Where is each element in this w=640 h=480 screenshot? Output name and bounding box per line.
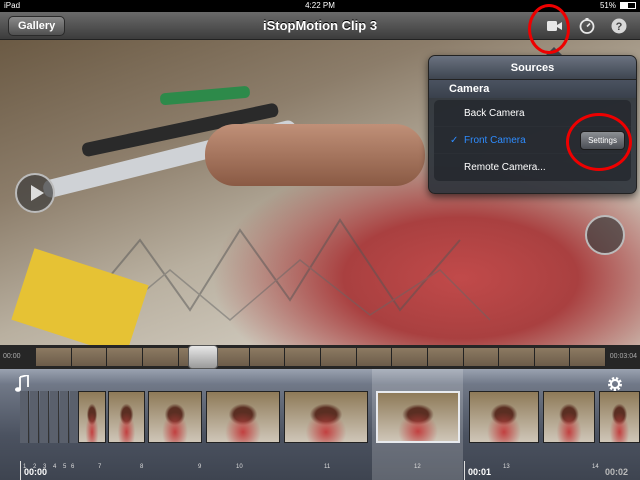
frame-strip: 1 2 3 4 5 6 7 8 9 10 11 12 13 14 [0,391,640,470]
scrubber-thumb [427,348,464,366]
frame-thumbnail[interactable] [20,391,29,443]
scrubber-strip[interactable] [36,348,606,366]
capture-button[interactable] [585,215,625,255]
help-icon[interactable]: ? [610,17,628,35]
time-tick [464,461,465,480]
remote-camera-option[interactable]: Remote Camera... [434,154,631,181]
frame-timeline: 1 2 3 4 5 6 7 8 9 10 11 12 13 14 00:00 0… [0,369,640,480]
play-icon [31,185,44,201]
scrubber-thumb [356,348,393,366]
popover-title: Sources [429,56,636,80]
frame-number: 11 [324,464,331,470]
frame-thumbnail[interactable] [543,391,595,443]
frame-number: 9 [198,464,202,470]
frame-thumbnail[interactable] [108,391,145,443]
front-camera-label: Front Camera [464,135,526,146]
play-button[interactable] [15,173,55,213]
scrubber-handle[interactable] [188,345,218,369]
timestamp-start: 00:00 [24,467,48,477]
frame-thumbnail[interactable] [284,391,368,443]
frame-scrubber[interactable]: 00:00 00:03:04 [0,345,640,369]
checkmark-icon: ✓ [450,135,459,146]
frame-number: 10 [236,464,243,470]
scrubber-thumb [570,348,606,366]
scrubber-thumb [392,348,428,366]
timestamp-mid: 00:01 [468,467,492,477]
frame-number: 14 [592,464,599,470]
clip-title: iStopMotion Clip 3 [262,18,378,33]
gallery-button[interactable]: Gallery [8,16,66,36]
frame-number: 7 [98,464,102,470]
frame-number: 6 [71,464,75,470]
back-camera-option[interactable]: Back Camera [434,100,631,127]
status-bar: iPad 4:22 PM 51% [0,0,640,12]
frame-number: 12 [414,464,421,470]
frame-thumbnail[interactable] [148,391,202,443]
camera-settings-button[interactable]: Settings [580,131,625,150]
clay-figure [205,124,425,186]
battery-percent: 51% [599,1,616,10]
camera-list: Back Camera ✓ Front Camera Settings Remo… [434,100,631,181]
frame-thumbnail[interactable] [40,391,49,443]
scrubber-thumb [214,348,250,366]
timer-icon[interactable] [578,17,596,35]
frame-thumbnail[interactable] [60,391,69,443]
front-camera-option[interactable]: ✓ Front Camera Settings [434,127,631,154]
status-time: 4:22 PM [305,1,335,10]
timestamp-end: 00:02 [605,467,629,477]
camera-section-header: Camera [429,80,636,98]
frame-thumbnail[interactable] [30,391,39,443]
svg-text:?: ? [616,21,623,33]
remote-camera-label: Remote Camera... [464,162,546,173]
scrubber-thumb [534,348,571,366]
video-camera-icon[interactable] [545,17,563,35]
frame-number: 8 [140,464,144,470]
back-camera-label: Back Camera [464,108,525,119]
frame-number: 13 [503,464,510,470]
time-tick [20,461,21,480]
scrubber-start-time: 00:00 [3,353,21,360]
sketch-drawing [89,218,491,321]
scrubber-end-time: 00:03:04 [609,353,637,360]
scrubber-thumb [36,348,72,366]
sources-popover: Sources Camera Back Camera ✓ Front Camer… [428,55,637,194]
scrubber-thumb [71,348,108,366]
scrubber-thumb [285,348,321,366]
scrubber-thumb [463,348,500,366]
scrubber-thumb [107,348,143,366]
frame-number: 5 [63,464,67,470]
battery-icon [620,2,636,9]
frame-thumbnail[interactable] [469,391,539,443]
audio-track [0,369,640,385]
frame-thumbnail[interactable] [78,391,106,443]
scrubber-thumb [321,348,357,366]
frame-thumbnail[interactable] [599,391,640,443]
scrubber-thumb [249,348,286,366]
status-right: 51% [600,1,636,10]
nav-bar: Gallery iStopMotion Clip 3 ? [0,12,640,40]
frame-number: 4 [53,464,57,470]
scrubber-thumb [142,348,179,366]
frame-thumbnail[interactable] [206,391,280,443]
frame-thumbnail[interactable] [50,391,59,443]
scrubber-thumb [499,348,535,366]
frame-thumbnail-selected[interactable] [376,391,460,443]
